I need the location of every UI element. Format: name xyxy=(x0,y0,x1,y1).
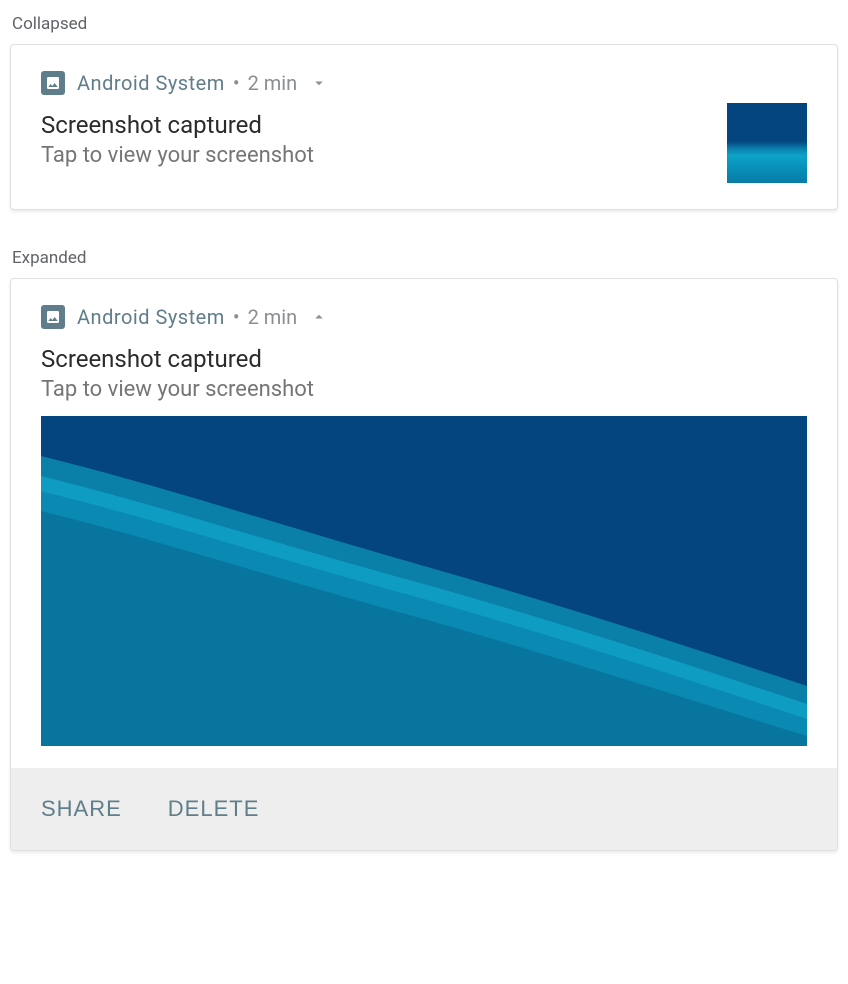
notification-subtitle: Tap to view your screenshot xyxy=(41,143,713,168)
screenshot-thumbnail xyxy=(727,103,807,183)
image-icon xyxy=(41,305,65,329)
separator-dot: • xyxy=(233,305,240,329)
notification-subtitle: Tap to view your screenshot xyxy=(41,377,807,402)
notification-body[interactable]: Screenshot captured Tap to view your scr… xyxy=(11,105,837,209)
notification-time: 2 min xyxy=(248,305,298,329)
share-button[interactable]: SHARE xyxy=(41,796,122,822)
delete-button[interactable]: DELETE xyxy=(168,796,260,822)
notification-body[interactable]: Screenshot captured Tap to view your scr… xyxy=(11,339,837,408)
notification-header[interactable]: Android System • 2 min xyxy=(11,45,837,105)
notification-actions: SHARE DELETE xyxy=(11,768,837,850)
notification-header[interactable]: Android System • 2 min xyxy=(11,279,837,339)
app-name: Android System xyxy=(77,71,225,95)
section-label-collapsed: Collapsed xyxy=(12,14,838,34)
separator-dot: • xyxy=(233,71,240,95)
image-icon xyxy=(41,71,65,95)
notification-time: 2 min xyxy=(248,71,298,95)
chevron-up-icon[interactable] xyxy=(309,307,329,327)
chevron-down-icon[interactable] xyxy=(309,73,329,93)
screenshot-large-preview xyxy=(41,416,807,746)
notification-title: Screenshot captured xyxy=(41,345,807,373)
notification-title: Screenshot captured xyxy=(41,111,713,139)
notification-card-collapsed[interactable]: Android System • 2 min Screenshot captur… xyxy=(10,44,838,210)
notification-card-expanded[interactable]: Android System • 2 min Screenshot captur… xyxy=(10,278,838,851)
section-label-expanded: Expanded xyxy=(12,248,838,268)
app-name: Android System xyxy=(77,305,225,329)
